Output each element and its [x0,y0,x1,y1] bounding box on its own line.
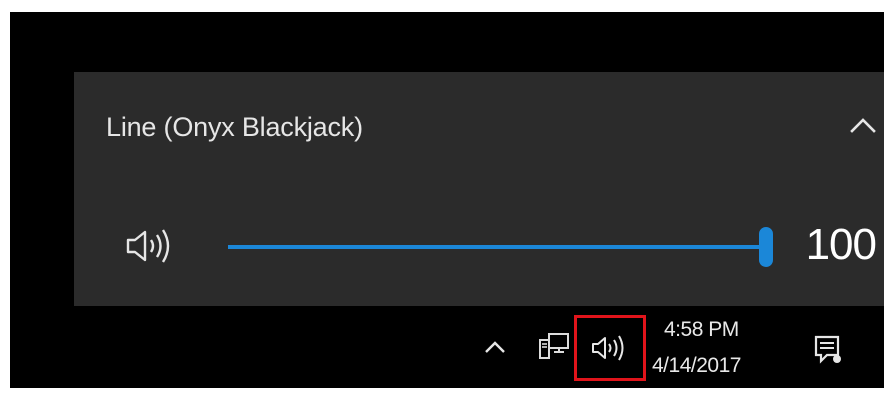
taskbar: 4:58 PM 4/14/2017 [10,306,884,388]
volume-value: 100 [805,220,877,269]
network-icon [539,333,569,359]
clock-time: 4:58 PM [664,318,739,341]
taskbar-clock[interactable]: 4:58 PM 4/14/2017 [650,314,750,386]
clock-date: 4/14/2017 [652,354,741,377]
volume-slider-thumb[interactable] [759,227,773,267]
audio-device-name[interactable]: Line (Onyx Blackjack) [106,112,363,143]
mute-button[interactable] [122,222,182,270]
volume-tray-button[interactable] [574,315,646,381]
device-list-toggle-button[interactable] [842,104,884,146]
chevron-up-icon [850,118,876,133]
chevron-up-icon [485,341,505,353]
show-hidden-icons-button[interactable] [480,332,510,362]
volume-slider-fill [228,245,768,249]
speaker-icon [126,229,170,263]
action-center-button[interactable] [808,330,848,370]
notification-icon [814,335,841,364]
desktop-screen: Line (Onyx Blackjack) 100 4:58 PM 4/14/2… [10,12,884,388]
speaker-icon [592,335,624,361]
network-tray-button[interactable] [532,326,576,366]
volume-slider[interactable] [228,227,773,267]
volume-flyout: Line (Onyx Blackjack) 100 [74,72,884,306]
